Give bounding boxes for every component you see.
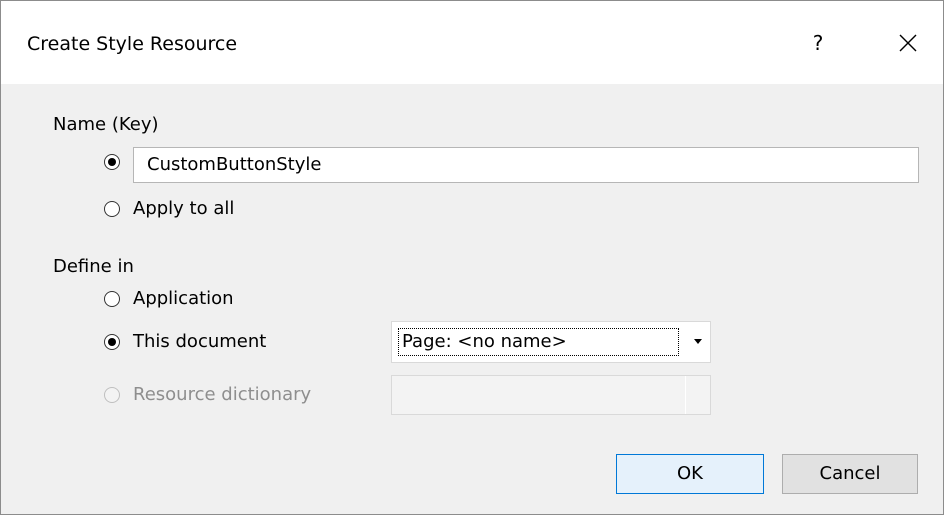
application-label[interactable]: Application xyxy=(133,288,234,310)
apply-to-all-label[interactable]: Apply to all xyxy=(133,198,234,220)
define-in-heading: Define in xyxy=(53,256,134,277)
document-location-combo[interactable]: Page: <no name> xyxy=(391,321,711,363)
resource-dictionary-radio xyxy=(104,387,120,403)
close-button[interactable] xyxy=(885,21,931,65)
create-style-resource-dialog: Create Style Resource ? Name (Key) Custo… xyxy=(0,0,944,515)
name-key-input[interactable]: CustomButtonStyle xyxy=(133,147,919,183)
resource-dictionary-combo xyxy=(391,375,711,415)
cancel-button[interactable]: Cancel xyxy=(782,454,918,494)
resource-dictionary-label: Resource dictionary xyxy=(133,384,312,405)
help-button[interactable]: ? xyxy=(796,21,840,65)
dropdown-arrow-icon xyxy=(694,339,702,344)
name-key-heading: Name (Key) xyxy=(53,114,159,135)
ok-button[interactable]: OK xyxy=(616,454,764,494)
close-icon xyxy=(899,34,917,52)
apply-to-all-radio[interactable] xyxy=(104,201,120,217)
this-document-label[interactable]: This document xyxy=(133,331,266,353)
combo-divider xyxy=(685,376,686,414)
this-document-radio[interactable] xyxy=(104,334,120,350)
document-location-value: Page: <no name> xyxy=(398,328,679,356)
dialog-title: Create Style Resource xyxy=(27,33,238,55)
application-radio[interactable] xyxy=(104,291,120,307)
title-bar: Create Style Resource ? xyxy=(1,1,943,84)
name-key-radio[interactable] xyxy=(104,154,120,170)
